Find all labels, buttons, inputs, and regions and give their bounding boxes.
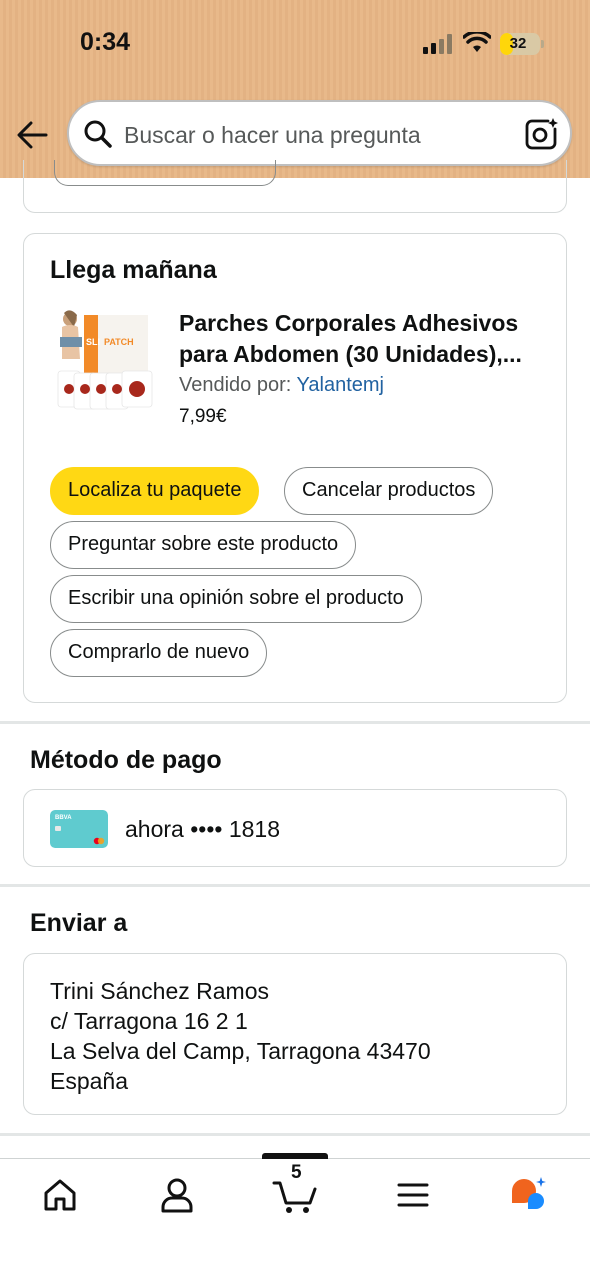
payment-method-box[interactable]: BBVA ahora •••• 1818 [23, 789, 567, 867]
seller-prefix: Vendido por: [179, 374, 292, 396]
battery-nub [541, 40, 544, 48]
status-time: 0:34 [80, 28, 131, 56]
address-name: Trini Sánchez Ramos [50, 978, 270, 1004]
buy-again-button[interactable]: Comprarlo de nuevo [50, 629, 268, 677]
back-arrow-icon[interactable] [14, 116, 52, 154]
delivery-title: Llega mañana [50, 256, 217, 284]
delivery-card: Llega mañana SLI PATCH Parches Corporale… [23, 233, 567, 703]
account-icon[interactable] [157, 1175, 197, 1215]
product-title-line1[interactable]: Parches Corporales Adhesivos [179, 308, 549, 339]
product-title[interactable]: Parches Corporales Adhesivos para Abdome… [179, 308, 549, 370]
address-city: La Selva del Camp, Tarragona 43470 [50, 1038, 431, 1064]
cancel-products-button[interactable]: Cancelar productos [284, 467, 494, 515]
search-input[interactable]: Buscar o hacer una pregunta [124, 122, 421, 149]
rufus-icon[interactable] [508, 1175, 548, 1215]
previous-button-bottom[interactable] [54, 160, 276, 186]
bank-card-icon: BBVA [50, 810, 108, 848]
shipping-title: Enviar a [30, 909, 128, 937]
svg-text:SLI: SLI [86, 337, 100, 347]
shipping-address-box: Trini Sánchez Ramos c/ Tarragona 16 2 1 … [23, 953, 567, 1115]
camera-icon[interactable] [524, 117, 558, 151]
bottom-tab-bar: 5 [0, 1153, 590, 1280]
search-bar[interactable]: Buscar o hacer una pregunta [67, 100, 572, 166]
payment-title: Método de pago [30, 746, 222, 774]
cart-count: 5 [291, 1162, 302, 1183]
search-icon [84, 120, 112, 148]
previous-card-bottom [23, 160, 567, 213]
section-divider [0, 721, 590, 724]
home-icon[interactable] [40, 1175, 80, 1215]
battery-indicator: 32 [500, 33, 540, 55]
section-divider [0, 1133, 590, 1136]
address-street: c/ Tarragona 16 2 1 [50, 1008, 248, 1034]
card-brand: BBVA [55, 815, 72, 821]
svg-text:PATCH: PATCH [104, 337, 134, 347]
section-divider [0, 884, 590, 887]
active-tab-indicator [262, 1153, 328, 1159]
seller-link[interactable]: Yalantemj [297, 374, 384, 396]
cellular-signal-icon [423, 34, 452, 54]
address-country: España [50, 1068, 129, 1094]
write-review-button[interactable]: Escribir una opinión sobre el producto [50, 575, 422, 623]
seller-info: Vendido por: Yalantemj [179, 374, 384, 397]
top-header: 0:34 32 Buscar o hacer una pregunta [0, 0, 590, 178]
product-image[interactable]: SLI PATCH [50, 309, 156, 415]
product-title-line2[interactable]: para Abdomen (30 Unidades),... [179, 339, 549, 370]
menu-icon[interactable] [393, 1175, 433, 1215]
product-price: 7,99€ [179, 406, 227, 427]
track-package-button[interactable]: Localiza tu paquete [50, 467, 260, 515]
payment-method-label: ahora •••• 1818 [125, 816, 280, 842]
battery-percent: 32 [509, 35, 527, 52]
ask-product-button[interactable]: Preguntar sobre este producto [50, 521, 357, 569]
wifi-icon [463, 32, 491, 52]
